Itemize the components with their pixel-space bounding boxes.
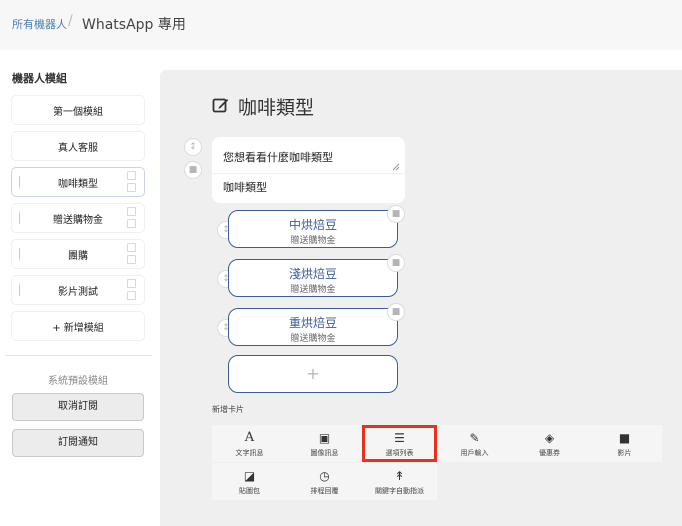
copy-icon[interactable] xyxy=(127,171,136,180)
breadcrumb-separator: / xyxy=(68,13,73,29)
edit-icon: ✎ xyxy=(469,431,480,445)
tool-text-message[interactable]: A 文字訊息 xyxy=(212,425,287,462)
option-title: 重烘焙豆 xyxy=(288,316,337,330)
module-item[interactable]: 團購 xyxy=(12,240,144,268)
module-label: 贈送購物金 xyxy=(53,215,103,226)
tool-label: 圖像訊息 xyxy=(310,449,339,457)
tool-sticker[interactable]: ◪ 貼圖包 xyxy=(212,463,287,500)
trash-icon[interactable]: ■ xyxy=(387,303,405,321)
tool-label: 關鍵字自動指派 xyxy=(375,487,424,495)
tool-option-list[interactable]: ☰ 選項列表 xyxy=(362,425,437,462)
card-text[interactable]: 咖啡類型 xyxy=(223,179,267,195)
tool-image-message[interactable]: ▣ 圖像訊息 xyxy=(287,425,362,462)
tool-user-input[interactable]: ✎ 用戶輸入 xyxy=(437,425,512,462)
add-module-label: + 新增模組 xyxy=(52,323,104,334)
tool-coupon[interactable]: ◈ 優惠券 xyxy=(512,425,587,462)
ticket-icon: ◈ xyxy=(544,431,555,445)
trash-icon[interactable] xyxy=(127,291,136,300)
list-icon: ☰ xyxy=(394,431,405,445)
unsubscribe-button[interactable]: 取消訂閱 xyxy=(12,393,144,421)
module-item[interactable]: 影片測試 xyxy=(12,276,144,304)
option-button[interactable]: 重烘焙豆 贈送購物金 xyxy=(228,308,398,346)
option-button[interactable]: 淺烘焙豆 贈送購物金 xyxy=(228,259,398,297)
image-icon: ▣ xyxy=(318,431,331,445)
module-label: 團購 xyxy=(68,251,88,262)
clock-icon: ◷ xyxy=(319,469,330,483)
trash-icon[interactable] xyxy=(127,255,136,264)
add-module-button[interactable]: + 新增模組 xyxy=(12,312,144,340)
resize-grip-icon xyxy=(392,163,400,171)
trash-icon[interactable]: ■ xyxy=(387,254,405,272)
tool-label: 排程回覆 xyxy=(310,487,339,495)
option-subtitle: 贈送購物金 xyxy=(290,285,336,295)
tool-scheduled-reply[interactable]: ◷ 排程回覆 xyxy=(287,463,362,500)
card-divider xyxy=(212,173,405,174)
keyword-icon: ↟ xyxy=(394,469,405,483)
option-title: 中烘焙豆 xyxy=(288,218,337,232)
option-button[interactable]: 中烘焙豆 贈送購物金 xyxy=(228,210,398,248)
trash-icon[interactable]: ■ xyxy=(184,161,202,179)
module-label: 真人客服 xyxy=(58,143,98,154)
add-option-button[interactable]: + xyxy=(228,355,398,393)
font-icon: A xyxy=(244,430,255,445)
module-label: 第一個模組 xyxy=(53,107,103,118)
option-subtitle: 贈送購物金 xyxy=(290,236,336,246)
option-title: 淺烘焙豆 xyxy=(288,267,337,281)
tool-video[interactable]: ■ 影片 xyxy=(587,425,662,462)
module-label: 影片測試 xyxy=(58,287,98,298)
module-item-active[interactable]: 咖啡類型 xyxy=(12,168,144,196)
new-card-label: 新增卡片 xyxy=(212,405,244,414)
breadcrumb-all-bots[interactable]: 所有機器人 xyxy=(12,16,67,32)
copy-icon[interactable] xyxy=(127,243,136,252)
option-subtitle: 贈送購物金 xyxy=(290,334,336,344)
copy-icon[interactable] xyxy=(127,279,136,288)
trash-icon[interactable] xyxy=(127,219,136,228)
video-icon: ■ xyxy=(618,431,631,445)
module-title: 咖啡類型 xyxy=(238,97,315,119)
trash-icon[interactable] xyxy=(127,183,136,192)
top-bar: 所有機器人 / WhatsApp 專用 xyxy=(0,0,682,50)
module-label: 咖啡類型 xyxy=(58,179,98,190)
tool-label: 選項列表 xyxy=(385,449,414,457)
module-item[interactable]: 真人客服 xyxy=(12,132,144,160)
question-text[interactable]: 您想看看什麼咖啡類型 xyxy=(223,149,333,165)
tool-label: 文字訊息 xyxy=(235,449,264,457)
subscribe-notify-button[interactable]: 訂閱通知 xyxy=(12,429,144,457)
breadcrumb-current: WhatsApp 專用 xyxy=(82,17,186,33)
module-item[interactable]: 贈送購物金 xyxy=(12,204,144,232)
tool-label: 用戶輸入 xyxy=(460,449,489,457)
copy-icon[interactable] xyxy=(127,207,136,216)
drag-handle-icon[interactable]: ↕ xyxy=(184,138,202,156)
sticker-icon: ◪ xyxy=(243,469,256,483)
system-modules-title: 系統預設模組 xyxy=(48,376,108,387)
sidebar-divider xyxy=(6,355,152,356)
module-item[interactable]: 第一個模組 xyxy=(12,96,144,124)
tool-label: 貼圖包 xyxy=(239,487,260,495)
trash-icon[interactable]: ■ xyxy=(387,205,405,223)
tool-keyword-assign[interactable]: ↟ 關鍵字自動指派 xyxy=(362,463,437,500)
tool-label: 影片 xyxy=(617,449,632,457)
question-card[interactable]: 您想看看什麼咖啡類型 咖啡類型 xyxy=(212,137,405,203)
sidebar-title: 機器人模組 xyxy=(12,72,67,85)
edit-icon xyxy=(212,98,229,113)
tool-label: 優惠券 xyxy=(539,449,560,457)
